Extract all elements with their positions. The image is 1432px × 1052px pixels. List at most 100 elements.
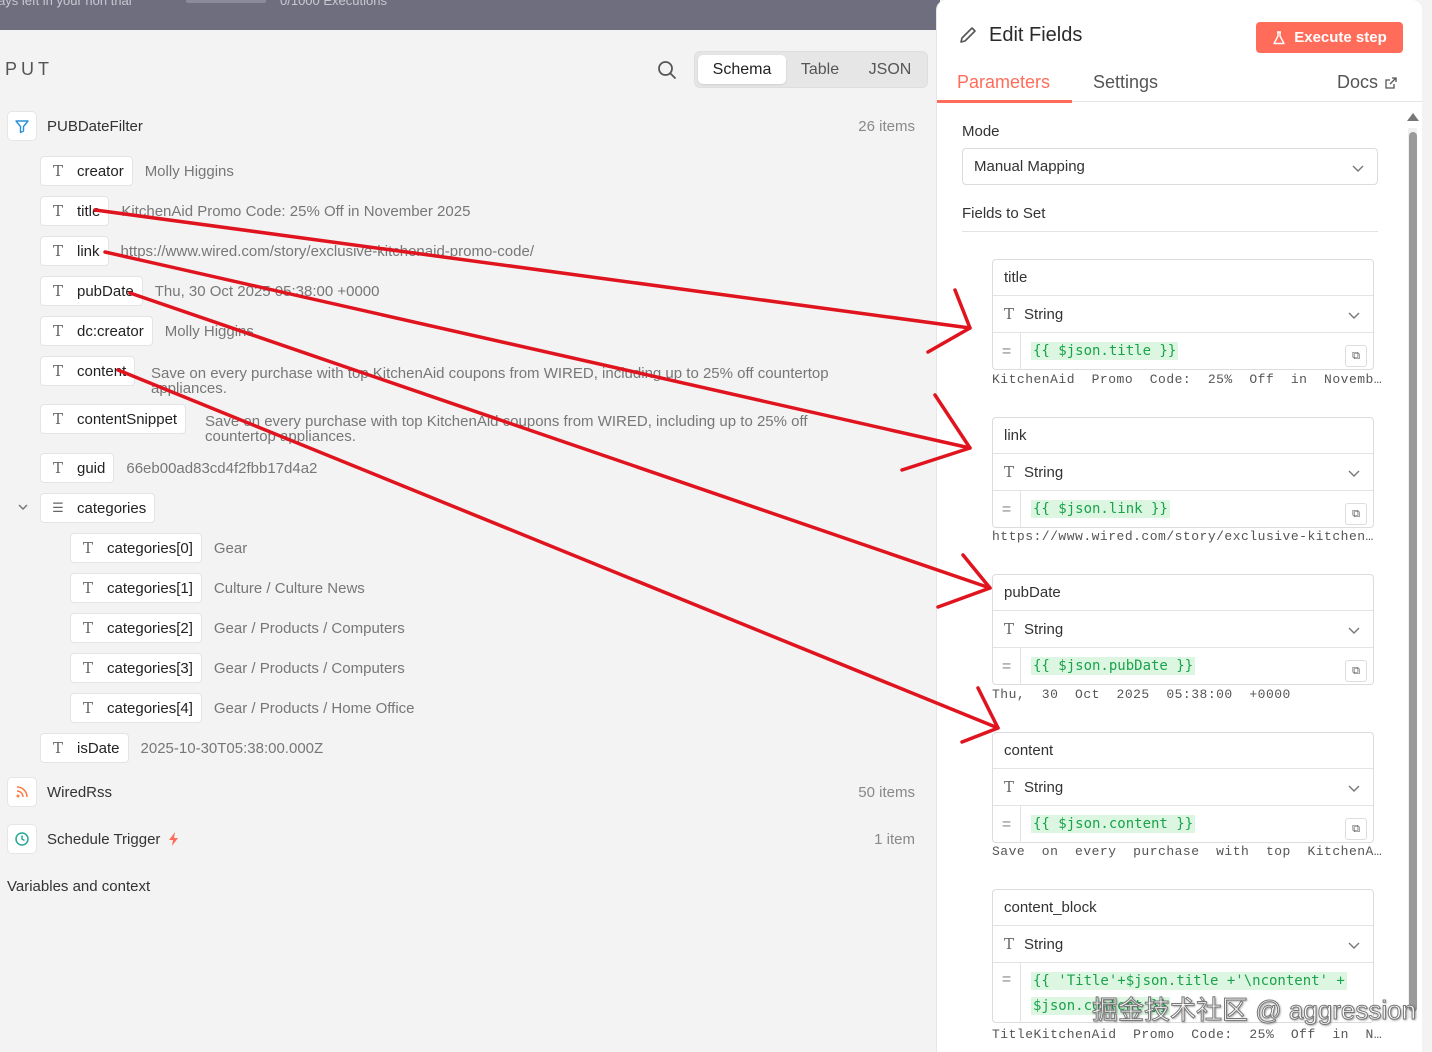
type-label: String xyxy=(1024,778,1064,796)
field-row[interactable]: Tcategories[3] Gear / Products / Computer… xyxy=(70,653,405,683)
field-row[interactable]: Tcreator Molly Higgins xyxy=(40,156,234,186)
field-row[interactable]: TcontentSnippet xyxy=(40,404,187,434)
assignment-name-input[interactable]: link xyxy=(993,418,1373,454)
assignment-name-input[interactable]: title xyxy=(993,260,1373,296)
chevron-down-icon xyxy=(1352,165,1364,172)
assignment-value-input[interactable]: = {{ $json.content }} ⧉ xyxy=(993,806,1373,843)
field-key-chip[interactable]: Tcategories[3] xyxy=(70,653,202,683)
field-key: creator xyxy=(77,162,124,180)
assignment-value-input[interactable]: = {{ $json.link }} ⧉ xyxy=(993,491,1373,528)
field-row[interactable]: Tcontent xyxy=(40,356,136,386)
tab-parameters[interactable]: Parameters xyxy=(957,72,1050,93)
field-value: Culture / Culture News xyxy=(213,579,365,597)
chevron-down-icon[interactable] xyxy=(16,500,30,514)
field-row[interactable]: TpubDate Thu, 30 Oct 2025 05:38:00 +0000 xyxy=(40,276,379,306)
field-row[interactable]: TisDate 2025-10-30T05:38:00.000Z xyxy=(40,733,323,763)
scrollbar-thumb[interactable] xyxy=(1409,132,1417,1012)
field-key-chip[interactable]: Tcategories[2] xyxy=(70,613,202,643)
panel-title[interactable]: Edit Fields xyxy=(989,24,1082,47)
assignment-pubdate: pubDate T String = {{ $json.pubDate }} ⧉ xyxy=(992,574,1374,685)
field-key-chip[interactable]: Tguid xyxy=(40,453,115,483)
field-row[interactable]: Tcategories[1] Culture / Culture News xyxy=(70,573,365,603)
field-key-chip[interactable]: ☰ categories xyxy=(40,493,156,523)
variables-and-context[interactable]: Variables and context xyxy=(7,878,150,895)
field-key-chip[interactable]: TisDate xyxy=(40,733,129,763)
executions-progress xyxy=(186,0,266,3)
active-tab-indicator xyxy=(937,100,1072,103)
docs-link[interactable]: Docs xyxy=(1337,72,1398,93)
text-type-icon: T xyxy=(1004,463,1015,481)
field-row[interactable]: Tdc:creator Molly Higgins xyxy=(40,316,254,346)
pencil-icon xyxy=(960,27,976,43)
assignment-value-input[interactable]: = {{ $json.title }} ⧉ xyxy=(993,333,1373,370)
field-value-line1: Save on every purchase with top KitchenA… xyxy=(151,365,829,382)
chevron-down-icon xyxy=(1348,470,1360,477)
flask-icon xyxy=(1273,30,1285,44)
chevron-down-icon xyxy=(1348,627,1360,634)
assignment-type-select[interactable]: T String xyxy=(993,611,1373,648)
rss-icon xyxy=(7,777,37,807)
tab-json[interactable]: JSON xyxy=(854,55,926,84)
tab-schema[interactable]: Schema xyxy=(698,55,786,84)
tab-settings[interactable]: Settings xyxy=(1093,72,1158,93)
expression: {{ $json.title }} xyxy=(1031,342,1179,360)
node-name: Schedule Trigger xyxy=(47,830,161,848)
field-row[interactable]: Tcategories[0] Gear xyxy=(70,533,247,563)
tab-table[interactable]: Table xyxy=(788,55,852,84)
field-key: categories[4] xyxy=(107,699,193,717)
node-name: PUBDateFilter xyxy=(47,117,143,135)
node-wiredrss[interactable]: WiredRss xyxy=(7,777,112,807)
node-pubdatefilter[interactable]: PUBDateFilter xyxy=(7,111,143,141)
field-key: guid xyxy=(77,459,106,477)
assignment-name-input[interactable]: content xyxy=(993,733,1373,769)
type-label: String xyxy=(1024,620,1064,638)
open-mapping-icon[interactable]: ⧉ xyxy=(1345,660,1367,682)
assignment-type-select[interactable]: T String xyxy=(993,926,1373,963)
field-key: contentSnippet xyxy=(77,410,178,428)
equals-icon: = xyxy=(993,648,1021,685)
expression: {{ $json.link }} xyxy=(1031,500,1170,518)
mode-select[interactable]: Manual Mapping xyxy=(962,148,1378,185)
field-key-chip[interactable]: TcontentSnippet xyxy=(40,404,187,434)
field-key-chip[interactable]: Tcategories[1] xyxy=(70,573,202,603)
field-row[interactable]: Ttitle KitchenAid Promo Code: 25% Off in … xyxy=(40,196,470,226)
assignment-name-input[interactable]: pubDate xyxy=(993,575,1373,611)
field-key: isDate xyxy=(77,739,120,757)
open-mapping-icon[interactable]: ⧉ xyxy=(1345,818,1367,840)
field-key-chip[interactable]: TpubDate xyxy=(40,276,143,306)
text-type-icon: T xyxy=(1004,305,1015,323)
field-key-chip[interactable]: Tlink xyxy=(40,236,109,266)
open-mapping-icon[interactable]: ⧉ xyxy=(1345,345,1367,367)
assignment-name-input[interactable]: content_block xyxy=(993,890,1373,926)
divider xyxy=(962,231,1378,232)
field-key-chip[interactable]: Ttitle xyxy=(40,196,110,226)
scroll-up-arrow[interactable] xyxy=(1407,113,1419,121)
execute-step-button[interactable]: Execute step xyxy=(1256,22,1403,53)
field-key: categories[0] xyxy=(107,539,193,557)
field-key-chip[interactable]: Tcategories[0] xyxy=(70,533,202,563)
assignment-type-select[interactable]: T String xyxy=(993,296,1373,333)
field-row[interactable]: Tcategories[4] Gear / Products / Home Off… xyxy=(70,693,415,723)
assignment-value-input[interactable]: = {{ $json.pubDate }} ⧉ xyxy=(993,648,1373,685)
assignment-type-select[interactable]: T String xyxy=(993,454,1373,491)
expression: {{ $json.content }} xyxy=(1031,815,1196,833)
node-schedule-trigger[interactable]: Schedule Trigger xyxy=(7,824,180,854)
field-row[interactable]: Tlink https://www.wired.com/story/exclusi… xyxy=(40,236,534,266)
type-label: String xyxy=(1024,305,1064,323)
field-key-chip[interactable]: Tcreator xyxy=(40,156,133,186)
field-key: categories[3] xyxy=(107,659,193,677)
search-icon[interactable] xyxy=(656,59,678,81)
assignment-type-select[interactable]: T String xyxy=(993,769,1373,806)
field-key-chip[interactable]: Tcategories[4] xyxy=(70,693,202,723)
text-type-icon: T xyxy=(1004,778,1015,796)
field-row[interactable]: Tcategories[2] Gear / Products / Computer… xyxy=(70,613,405,643)
open-mapping-icon[interactable]: ⧉ xyxy=(1345,503,1367,525)
field-row-categories[interactable]: ☰ categories xyxy=(40,493,156,523)
text-type-icon: T xyxy=(52,322,63,340)
field-key-chip[interactable]: Tcontent xyxy=(40,356,136,386)
array-type-icon: ☰ xyxy=(52,500,64,516)
expression-preview: KitchenAid Promo Code: 25% Off in Novemb… xyxy=(992,372,1383,387)
field-key-chip[interactable]: Tdc:creator xyxy=(40,316,153,346)
field-row[interactable]: Tguid 66eb00ad83cd4f2fbb17d4a2 xyxy=(40,453,317,483)
external-link-icon xyxy=(1385,76,1397,89)
